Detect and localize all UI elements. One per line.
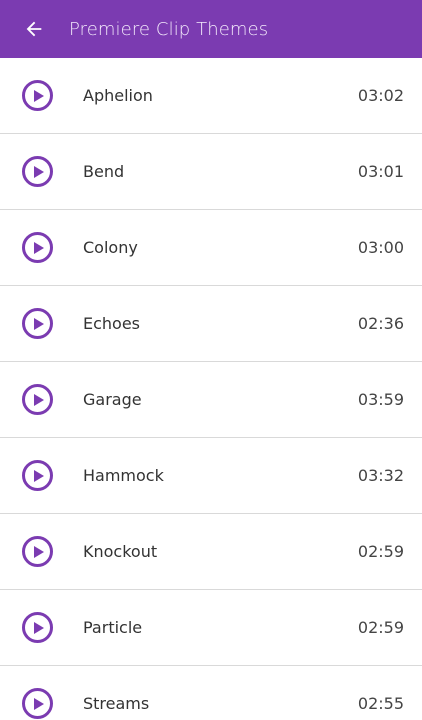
back-button[interactable] bbox=[22, 17, 46, 41]
theme-duration: 03:00 bbox=[357, 238, 404, 257]
arrow-left-icon bbox=[26, 21, 42, 37]
play-icon bbox=[33, 89, 44, 102]
theme-name: Hammock bbox=[83, 466, 164, 485]
page-title: Premiere Clip Themes bbox=[69, 18, 269, 40]
play-button[interactable] bbox=[22, 460, 53, 491]
theme-duration: 02:59 bbox=[357, 618, 404, 637]
list-item[interactable]: Aphelion 03:02 bbox=[0, 58, 422, 134]
theme-duration: 02:59 bbox=[357, 542, 404, 561]
play-icon bbox=[33, 241, 44, 254]
theme-duration: 03:02 bbox=[357, 86, 404, 105]
list-item[interactable]: Particle 02:59 bbox=[0, 590, 422, 666]
theme-list: Aphelion 03:02 Bend 03:01 Colony 03:00 E… bbox=[0, 58, 422, 720]
list-item[interactable]: Bend 03:01 bbox=[0, 134, 422, 210]
play-icon bbox=[33, 621, 44, 634]
theme-duration: 02:36 bbox=[357, 314, 404, 333]
play-button[interactable] bbox=[22, 384, 53, 415]
theme-name: Echoes bbox=[83, 314, 141, 333]
play-button[interactable] bbox=[22, 156, 53, 187]
play-button[interactable] bbox=[22, 612, 53, 643]
theme-name: Knockout bbox=[83, 542, 158, 561]
app-root: Premiere Clip Themes Aphelion 03:02 Bend… bbox=[0, 0, 422, 720]
play-icon bbox=[33, 165, 44, 178]
theme-duration: 03:32 bbox=[357, 466, 404, 485]
theme-name: Aphelion bbox=[83, 86, 153, 105]
play-icon bbox=[33, 697, 44, 710]
theme-duration: 02:55 bbox=[357, 694, 404, 713]
list-item[interactable]: Streams 02:55 bbox=[0, 666, 422, 720]
play-button[interactable] bbox=[22, 688, 53, 719]
play-button[interactable] bbox=[22, 536, 53, 567]
theme-duration: 03:59 bbox=[357, 390, 404, 409]
list-item[interactable]: Colony 03:00 bbox=[0, 210, 422, 286]
play-icon bbox=[33, 317, 44, 330]
top-app-bar: Premiere Clip Themes bbox=[0, 0, 422, 58]
theme-name: Streams bbox=[83, 694, 150, 713]
play-button[interactable] bbox=[22, 308, 53, 339]
play-icon bbox=[33, 393, 44, 406]
theme-name: Particle bbox=[83, 618, 143, 637]
theme-name: Colony bbox=[83, 238, 138, 257]
play-button[interactable] bbox=[22, 232, 53, 263]
play-icon bbox=[33, 469, 44, 482]
theme-duration: 03:01 bbox=[357, 162, 404, 181]
theme-name: Bend bbox=[83, 162, 125, 181]
theme-name: Garage bbox=[83, 390, 142, 409]
list-item[interactable]: Hammock 03:32 bbox=[0, 438, 422, 514]
play-button[interactable] bbox=[22, 80, 53, 111]
list-item[interactable]: Echoes 02:36 bbox=[0, 286, 422, 362]
list-item[interactable]: Garage 03:59 bbox=[0, 362, 422, 438]
list-item[interactable]: Knockout 02:59 bbox=[0, 514, 422, 590]
play-icon bbox=[33, 545, 44, 558]
